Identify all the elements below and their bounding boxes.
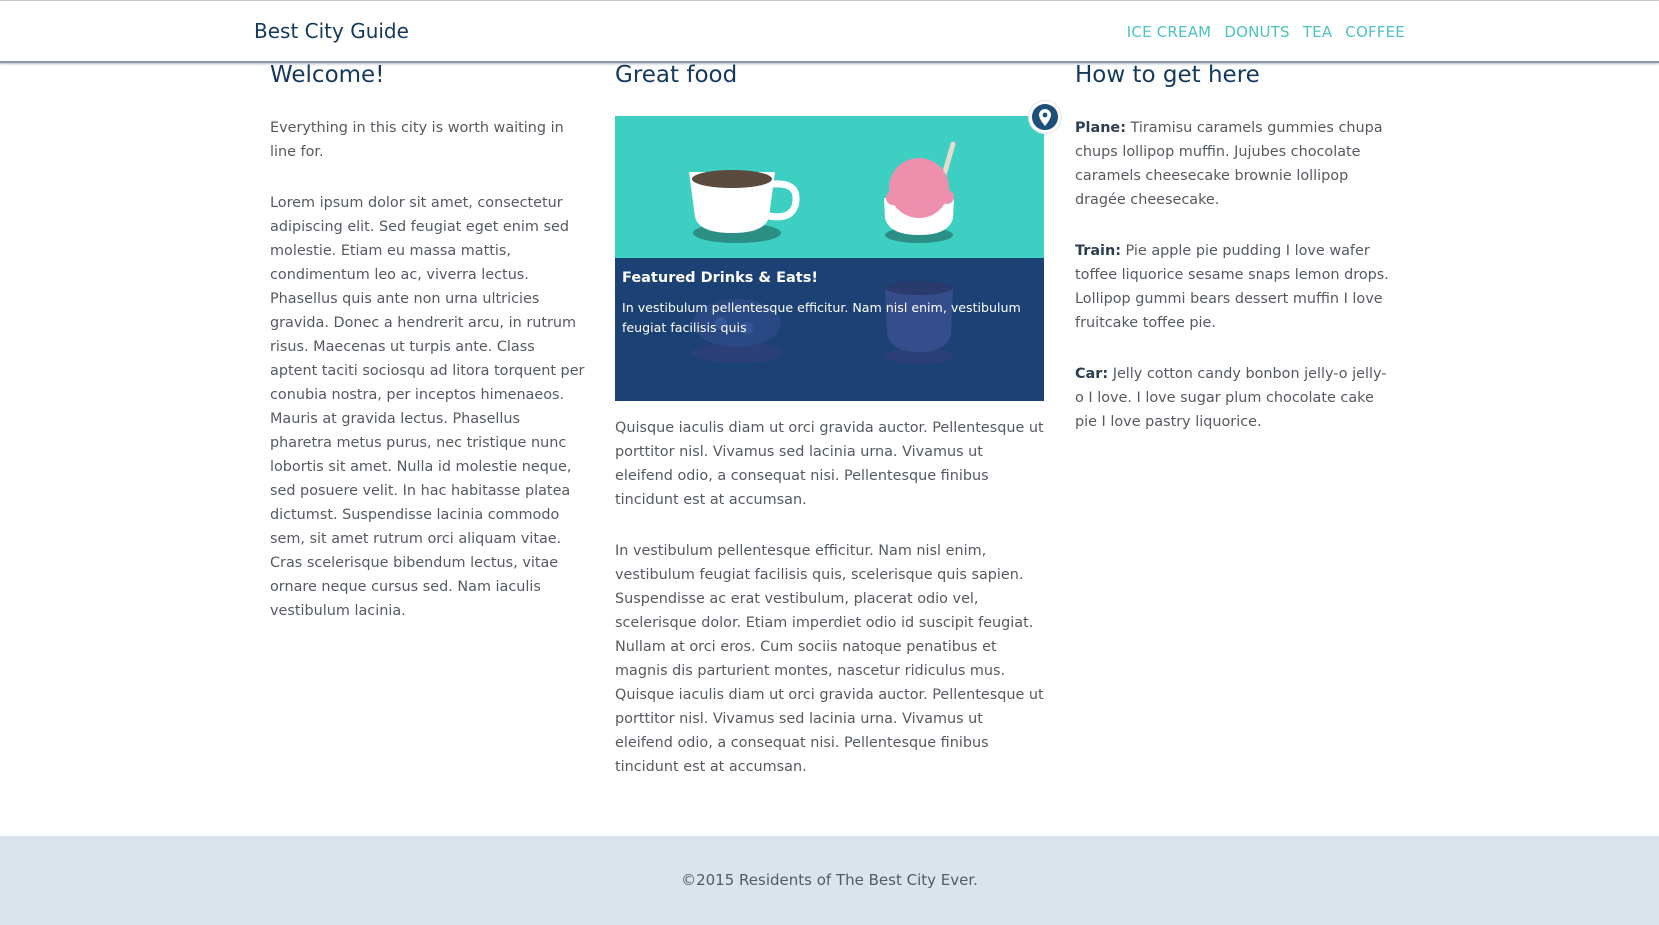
featured-card-description: In vestibulum pellentesque efficitur. Na…	[622, 300, 1021, 335]
car-label: Car:	[1075, 366, 1109, 382]
nav-link-coffee[interactable]: COFFEE	[1345, 23, 1405, 41]
directions-train-text: Train: Pie apple pie pudding I love wafe…	[1075, 239, 1390, 335]
food-paragraph-1-text: Quisque iaculis diam ut orci gravida auc…	[615, 420, 1044, 508]
nav-link-donuts[interactable]: DONUTS	[1224, 23, 1289, 41]
welcome-intro-text: Everything in this city is worth waiting…	[270, 120, 564, 160]
featured-card[interactable]	[615, 116, 1044, 401]
brand-logo[interactable]: Best City Guide	[254, 19, 409, 43]
great-food-heading: Great food	[615, 62, 738, 88]
directions-car-text: Car: Jelly cotton candy bonbon jelly-o j…	[1075, 362, 1390, 434]
featured-card-title: Featured Drinks & Eats!	[622, 270, 818, 286]
directions-heading: How to get here	[1075, 62, 1260, 88]
welcome-body: Lorem ipsum dolor sit amet, consectetur …	[270, 191, 585, 623]
food-paragraph-2-text: In vestibulum pellentesque efficitur. Na…	[615, 543, 1044, 775]
site-header: Best City Guide ICE CREAM DONUTS TEA COF…	[0, 1, 1659, 63]
car-text: Jelly cotton candy bonbon jelly-o jelly-…	[1075, 366, 1387, 430]
location-pin-button[interactable]	[1029, 101, 1061, 133]
plane-label: Plane:	[1075, 120, 1126, 136]
copyright-text: ©2015 Residents of The Best City Ever.	[681, 871, 978, 889]
train-label: Train:	[1075, 243, 1121, 259]
food-paragraph-2: In vestibulum pellentesque efficitur. Na…	[615, 539, 1045, 779]
nav-link-tea[interactable]: TEA	[1303, 23, 1333, 41]
directions-train: Train: Pie apple pie pudding I love wafe…	[1075, 239, 1390, 335]
location-pin-icon	[1039, 109, 1051, 126]
main-nav: ICE CREAM DONUTS TEA COFFEE	[1127, 23, 1405, 41]
nav-link-ice-cream[interactable]: ICE CREAM	[1127, 23, 1212, 41]
food-paragraph-1: Quisque iaculis diam ut orci gravida auc…	[615, 416, 1045, 512]
directions-plane: Plane: Tiramisu caramels gummies chupa c…	[1075, 116, 1390, 212]
directions-car: Car: Jelly cotton candy bonbon jelly-o j…	[1075, 362, 1390, 434]
featured-food-illustration	[615, 116, 1044, 401]
directions-plane-text: Plane: Tiramisu caramels gummies chupa c…	[1075, 116, 1390, 212]
site-footer: ©2015 Residents of The Best City Ever.	[0, 836, 1659, 925]
welcome-heading: Welcome!	[270, 62, 385, 88]
welcome-body-text: Lorem ipsum dolor sit amet, consectetur …	[270, 195, 585, 619]
train-text: Pie apple pie pudding I love wafer toffe…	[1075, 243, 1389, 331]
welcome-intro: Everything in this city is worth waiting…	[270, 116, 585, 164]
